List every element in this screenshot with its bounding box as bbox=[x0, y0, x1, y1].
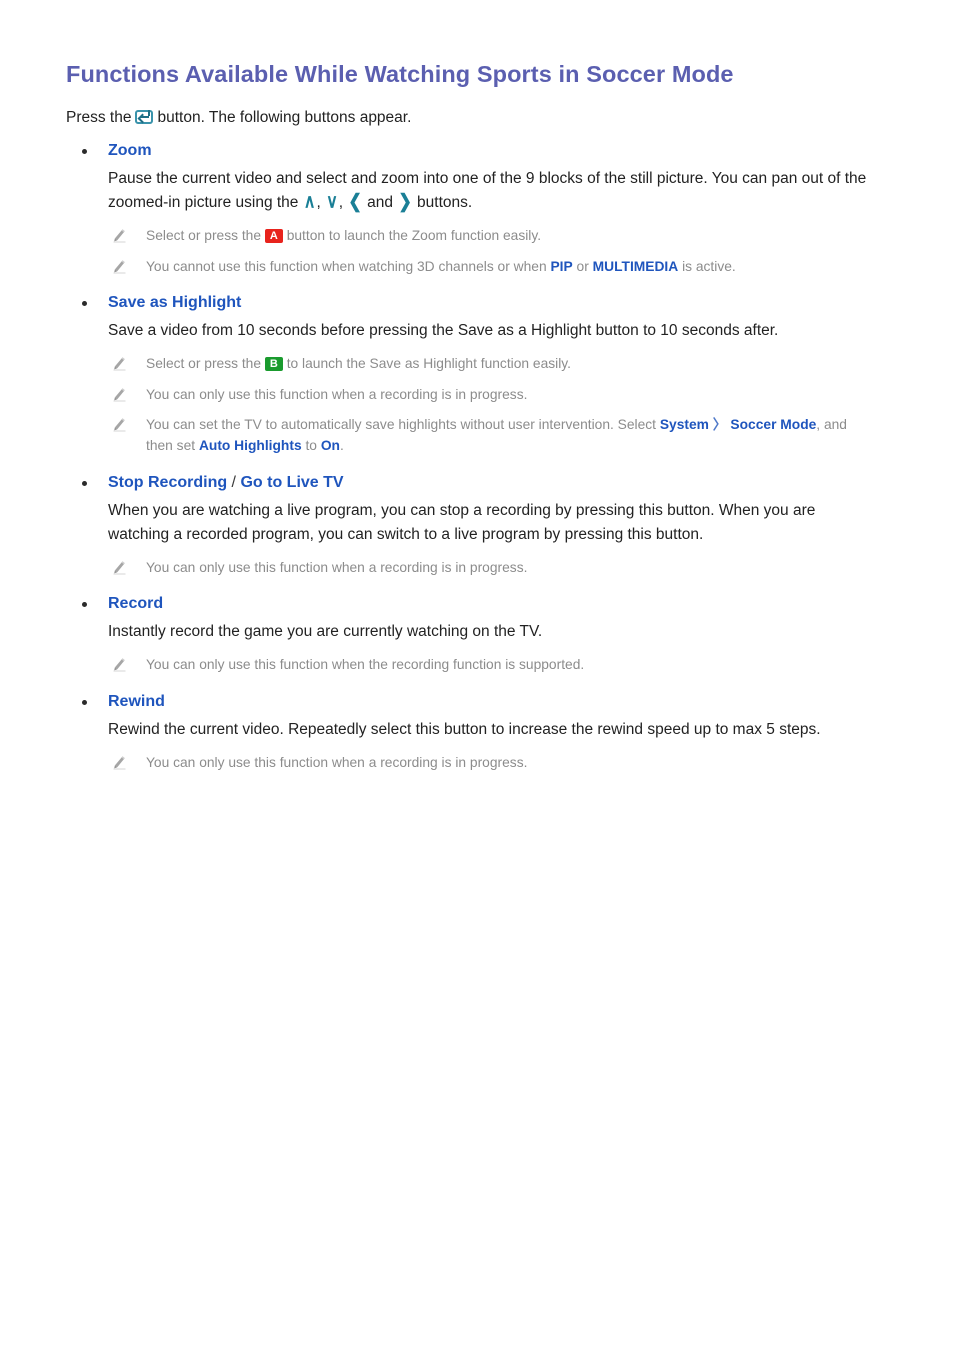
key-badge-a: A bbox=[264, 229, 283, 244]
note-text: or bbox=[572, 258, 593, 274]
sections-container: Zoom Pause the current video and select a… bbox=[66, 139, 888, 787]
intro-paragraph: Press the button. The following buttons … bbox=[66, 106, 888, 129]
arrow-conjunction: and bbox=[367, 193, 394, 211]
function-section: Record Instantly record the game you are … bbox=[66, 592, 888, 675]
section-body-text: When you are watching a live program, yo… bbox=[108, 501, 816, 543]
enter-key-icon bbox=[135, 110, 154, 125]
section-heading-label[interactable]: Record bbox=[108, 595, 163, 612]
chevron-right-icon: ❯ bbox=[398, 191, 412, 213]
function-section: Save as Highlight Save a video from 10 se… bbox=[66, 291, 888, 457]
page-title: Functions Available While Watching Sport… bbox=[66, 61, 734, 87]
note-text: Select or press the bbox=[146, 228, 265, 244]
intro-text-before: Press the bbox=[66, 109, 132, 127]
note-text: You can only use this function when a re… bbox=[146, 754, 528, 770]
note-text: to bbox=[301, 438, 321, 454]
note-text: is active. bbox=[678, 258, 736, 274]
section-heading[interactable]: Record bbox=[66, 592, 888, 616]
chevron-left-icon: ❮ bbox=[348, 191, 362, 213]
document-page: Functions Available While Watching Sport… bbox=[0, 0, 954, 1350]
pencil-icon bbox=[112, 417, 127, 432]
note-text: You can only use this function when a re… bbox=[146, 386, 528, 402]
section-body: Pause the current video and select and z… bbox=[66, 167, 888, 216]
note-line: You can only use this function when a re… bbox=[66, 752, 888, 773]
section-heading-label[interactable]: Save as Highlight bbox=[108, 294, 241, 311]
pencil-icon bbox=[112, 387, 127, 402]
section-body: Save a video from 10 seconds before pres… bbox=[66, 319, 888, 343]
note-keyword: On bbox=[320, 438, 340, 454]
arrow-separator: , bbox=[338, 193, 344, 211]
section-heading[interactable]: Save as Highlight bbox=[66, 291, 888, 315]
function-section: Stop Recording / Go to Live TV When you a… bbox=[66, 471, 888, 578]
section-heading-label[interactable]: Rewind bbox=[108, 693, 165, 710]
section-heading[interactable]: Stop Recording / Go to Live TV bbox=[66, 471, 888, 495]
chevron-down-icon: ∨ bbox=[326, 191, 338, 213]
note-line: You can only use this function when a re… bbox=[66, 384, 888, 405]
note-text: You can only use this function when a re… bbox=[146, 559, 528, 575]
note-line: You cannot use this function when watchi… bbox=[66, 256, 888, 277]
pencil-icon bbox=[112, 259, 127, 274]
section-heading-label[interactable]: Zoom bbox=[108, 142, 152, 159]
section-heading-alt-label[interactable]: Go to Live TV bbox=[240, 474, 343, 491]
note-text: You cannot use this function when watchi… bbox=[146, 258, 551, 274]
pencil-icon bbox=[112, 755, 127, 770]
heading-separator: / bbox=[227, 473, 241, 491]
section-body-text: Pause the current video and select and z… bbox=[108, 169, 867, 211]
section-body: Rewind the current video. Repeatedly sel… bbox=[66, 718, 888, 742]
note-keyword: Auto Highlights bbox=[198, 438, 302, 454]
pencil-icon bbox=[112, 560, 127, 575]
note-line: Select or press the A button to launch t… bbox=[66, 225, 888, 246]
intro-text-after: button. The following buttons appear. bbox=[157, 109, 412, 127]
section-body-text: Instantly record the game you are curren… bbox=[108, 623, 543, 641]
menu-path-separator-icon: 〉 bbox=[708, 416, 731, 432]
note-text: You can set the TV to automatically save… bbox=[146, 416, 660, 432]
pencil-icon bbox=[112, 657, 127, 672]
key-badge-b: B bbox=[264, 357, 283, 372]
note-line: You can only use this function when a re… bbox=[66, 557, 888, 578]
pencil-icon bbox=[112, 356, 127, 371]
section-heading-label[interactable]: Stop Recording bbox=[108, 474, 227, 491]
chevron-up-icon: ∧ bbox=[303, 191, 316, 213]
section-body-text: Rewind the current video. Repeatedly sel… bbox=[108, 720, 821, 738]
pencil-icon bbox=[112, 228, 127, 243]
section-heading[interactable]: Zoom bbox=[66, 139, 888, 163]
note-text: to launch the Save as Highlight function… bbox=[282, 356, 571, 372]
note-line: You can set the TV to automatically save… bbox=[66, 414, 888, 457]
function-section: Rewind Rewind the current video. Repeated… bbox=[66, 690, 888, 773]
note-line: Select or press the B to launch the Save… bbox=[66, 353, 888, 374]
arrow-separator: , bbox=[316, 193, 321, 211]
function-section: Zoom Pause the current video and select a… bbox=[66, 139, 888, 278]
note-text: button to launch the Zoom function easil… bbox=[282, 228, 542, 244]
section-body: Instantly record the game you are curren… bbox=[66, 620, 888, 644]
note-keyword: PIP bbox=[550, 258, 573, 274]
section-heading[interactable]: Rewind bbox=[66, 690, 888, 714]
note-text: You can only use this function when the … bbox=[146, 657, 585, 673]
note-keyword: Soccer Mode bbox=[730, 416, 817, 432]
section-body-text: Save a video from 10 seconds before pres… bbox=[108, 322, 779, 340]
section-body-tail: buttons. bbox=[417, 193, 473, 211]
note-keyword: MULTIMEDIA bbox=[592, 258, 679, 274]
note-text: Select or press the bbox=[146, 356, 265, 372]
note-keyword: System bbox=[659, 416, 709, 432]
section-body: When you are watching a live program, yo… bbox=[66, 499, 888, 547]
note-line: You can only use this function when the … bbox=[66, 654, 888, 675]
note-text: . bbox=[340, 438, 344, 454]
